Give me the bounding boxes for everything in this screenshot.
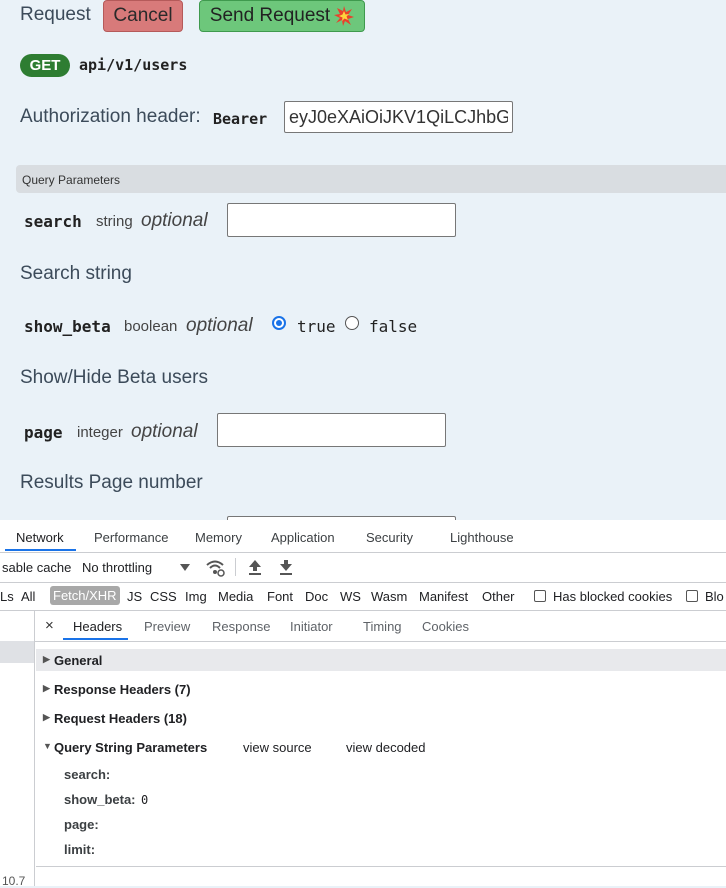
- tab-preview[interactable]: Preview: [144, 619, 190, 634]
- filter-font[interactable]: Font: [267, 589, 293, 604]
- query-parameters-title: Query Parameters: [22, 173, 121, 187]
- param-show-beta-optional: optional: [186, 315, 253, 336]
- radio-false[interactable]: [345, 316, 359, 330]
- param-search-optional: optional: [141, 210, 208, 231]
- selected-request-row[interactable]: [0, 641, 34, 663]
- search-input[interactable]: [227, 203, 456, 237]
- blocked-requests-label: Blo: [705, 589, 724, 604]
- throttling-select[interactable]: No throttling: [82, 560, 152, 575]
- filter-js[interactable]: JS: [127, 589, 142, 604]
- devtools-main-tabs: Network Performance Memory Application S…: [0, 520, 726, 553]
- collision-icon: [334, 6, 355, 26]
- section-query-string-label: Query String Parameters: [54, 740, 208, 755]
- qs-value-show-beta: 0: [141, 793, 149, 807]
- filter-ls[interactable]: Ls: [0, 589, 14, 604]
- param-search-type: string: [96, 213, 133, 230]
- view-source-link[interactable]: view source: [243, 740, 312, 755]
- auth-scheme: Bearer: [213, 110, 268, 128]
- close-icon[interactable]: ×: [45, 617, 54, 634]
- tab-cookies[interactable]: Cookies: [422, 619, 469, 634]
- filter-media[interactable]: Media: [218, 589, 253, 604]
- divider: [36, 866, 726, 867]
- import-har-icon[interactable]: [248, 559, 262, 575]
- param-search-name: search: [24, 212, 82, 231]
- has-blocked-cookies-label: Has blocked cookies: [553, 589, 673, 604]
- request-list-pane: [0, 611, 35, 886]
- active-subtab-indicator: [63, 638, 128, 640]
- send-request-label: Send Request: [209, 5, 331, 26]
- section-general-label: General: [54, 653, 103, 668]
- section-query-string[interactable]: ▼ Query String Parameters view source vi…: [36, 736, 726, 758]
- method-badge: GET: [20, 54, 70, 77]
- query-parameters-header: Query Parameters: [16, 165, 726, 193]
- filter-wasm[interactable]: Wasm: [371, 589, 407, 604]
- radio-false-label: false: [369, 317, 418, 336]
- has-blocked-cookies-checkbox[interactable]: [534, 590, 546, 602]
- tab-network[interactable]: Network: [16, 530, 64, 545]
- section-general[interactable]: ▶ General: [36, 649, 726, 671]
- param-show-beta-name: show_beta: [24, 317, 111, 336]
- toolbar-separator: [235, 558, 236, 576]
- filter-doc[interactable]: Doc: [305, 589, 328, 604]
- radio-true-label: true: [297, 317, 336, 336]
- view-decoded-link[interactable]: view decoded: [346, 740, 426, 755]
- param-page-optional: optional: [131, 421, 198, 442]
- cancel-button[interactable]: Cancel: [103, 0, 183, 32]
- param-page-description: Results Page number: [20, 472, 203, 493]
- section-request-headers[interactable]: ▶ Request Headers (18): [36, 707, 726, 729]
- expand-icon: ▶: [43, 683, 50, 693]
- filter-all[interactable]: All: [21, 589, 35, 604]
- param-page-name: page: [24, 423, 63, 442]
- tab-response[interactable]: Response: [212, 619, 271, 634]
- tab-initiator[interactable]: Initiator: [290, 619, 333, 634]
- tab-memory[interactable]: Memory: [195, 530, 242, 545]
- network-toolbar: sable cache No throttling: [0, 553, 726, 583]
- qs-key-page: page:: [64, 817, 99, 832]
- filter-fetch-xhr[interactable]: Fetch/XHR: [50, 586, 120, 605]
- filter-css[interactable]: CSS: [150, 589, 177, 604]
- filter-img[interactable]: Img: [185, 589, 207, 604]
- section-response-headers[interactable]: ▶ Response Headers (7): [36, 678, 726, 700]
- auth-token-input[interactable]: [284, 101, 513, 133]
- tab-headers[interactable]: Headers: [73, 619, 122, 634]
- tab-lighthouse[interactable]: Lighthouse: [450, 530, 514, 545]
- expand-icon: ▶: [43, 654, 50, 664]
- qs-key-search: search:: [64, 767, 111, 782]
- collapse-icon: ▼: [43, 741, 52, 751]
- disable-cache-label[interactable]: sable cache: [2, 560, 71, 575]
- export-har-icon[interactable]: [279, 559, 293, 575]
- expand-icon: ▶: [43, 712, 50, 722]
- detail-tabs: × Headers Preview Response Initiator Tim…: [35, 611, 726, 642]
- request-heading: Request: [20, 4, 91, 25]
- send-request-button[interactable]: Send Request: [199, 0, 365, 32]
- param-show-beta-type: boolean: [124, 318, 178, 335]
- endpoint-path: api/v1/users: [79, 56, 188, 74]
- auth-header-label: Authorization header:: [20, 106, 201, 127]
- tab-application[interactable]: Application: [271, 530, 335, 545]
- filter-bar: Ls All Fetch/XHR JS CSS Img Media Font D…: [0, 583, 726, 611]
- section-request-headers-label: Request Headers (18): [54, 711, 187, 726]
- tab-security[interactable]: Security: [366, 530, 413, 545]
- active-tab-indicator: [5, 549, 76, 551]
- param-search-description: Search string: [20, 263, 132, 284]
- qs-key-show-beta: show_beta:: [64, 792, 136, 807]
- qs-key-limit: limit:: [64, 842, 96, 857]
- radio-true[interactable]: [272, 316, 286, 330]
- page-input[interactable]: [217, 413, 446, 447]
- param-page-type: integer: [77, 424, 123, 441]
- devtools-panel: Network Performance Memory Application S…: [0, 520, 726, 888]
- section-response-headers-label: Response Headers (7): [54, 682, 191, 697]
- tab-timing[interactable]: Timing: [363, 619, 402, 634]
- chevron-down-icon[interactable]: [180, 564, 190, 572]
- filter-manifest[interactable]: Manifest: [419, 589, 468, 604]
- filter-other[interactable]: Other: [482, 589, 515, 604]
- param-show-beta-description: Show/Hide Beta users: [20, 367, 208, 388]
- blocked-requests-checkbox[interactable]: [686, 590, 698, 602]
- tab-performance[interactable]: Performance: [94, 530, 168, 545]
- filter-ws[interactable]: WS: [340, 589, 361, 604]
- network-conditions-icon[interactable]: [205, 559, 225, 577]
